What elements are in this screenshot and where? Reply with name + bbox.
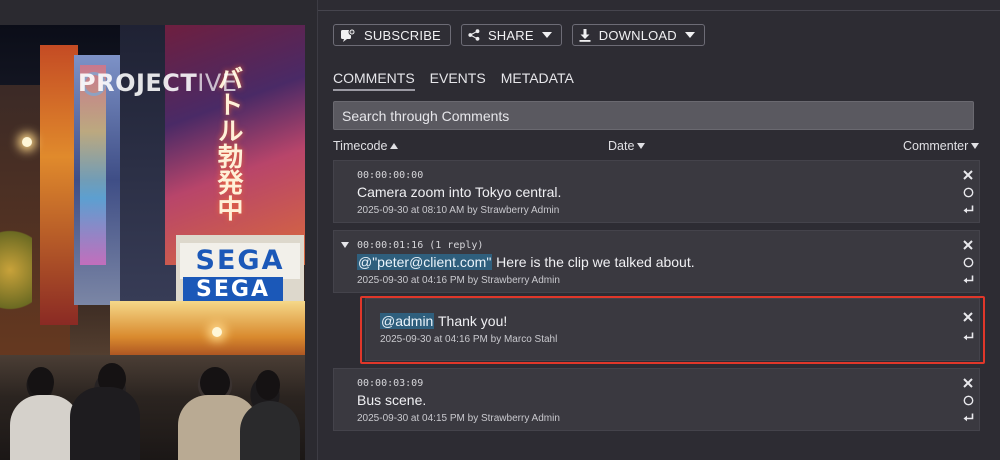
download-icon — [579, 28, 591, 42]
subscribe-label: SUBSCRIBE — [364, 27, 441, 43]
building — [40, 45, 78, 325]
comment-timecode[interactable]: 00:00:00:00 — [357, 170, 423, 181]
tab-events[interactable]: EVENTS — [430, 70, 486, 91]
storefront — [110, 301, 305, 361]
comment-card[interactable]: 00:00:03:09 Bus scene. 2025-09-30 at 04:… — [333, 368, 980, 431]
circle-icon — [963, 257, 973, 267]
comment-timecode[interactable]: 00:00:03:09 — [357, 378, 423, 389]
delete-button[interactable] — [961, 310, 975, 324]
collapse-thread-icon[interactable] — [341, 242, 349, 248]
comment-text: @"peter@client.com" Here is the clip we … — [357, 254, 695, 270]
share-icon — [468, 29, 480, 41]
reply-icon — [963, 332, 973, 341]
reply-button[interactable] — [961, 273, 975, 287]
reply-icon — [963, 205, 973, 214]
reply-card[interactable]: @admin Thank you! 2025-09-30 at 04:16 PM… — [365, 298, 980, 361]
toolbar: SUBSCRIBE SHARE DOWNLOAD — [333, 24, 705, 46]
sort-descending-icon — [637, 143, 646, 149]
comment-meta: 2025-09-30 at 04:16 PM by Strawberry Adm… — [357, 275, 560, 286]
person — [240, 401, 300, 460]
logo-text-light: IVE — [197, 69, 238, 97]
delete-button[interactable] — [961, 168, 975, 182]
comment-text: Camera zoom into Tokyo central. — [357, 184, 562, 200]
circle-icon — [963, 187, 973, 197]
sort-commenter[interactable]: Commenter — [903, 139, 980, 153]
reply-icon — [963, 413, 973, 422]
reply-text: @admin Thank you! — [380, 313, 507, 329]
logo-text-bold: PROJECT — [78, 69, 198, 97]
close-icon — [963, 378, 973, 388]
tree — [0, 220, 32, 330]
reply-button[interactable] — [961, 203, 975, 217]
mention-tag[interactable]: @"peter@client.com" — [357, 254, 493, 270]
delete-button[interactable] — [961, 376, 975, 390]
comment-meta: 2025-09-30 at 08:10 AM by Strawberry Adm… — [357, 205, 560, 216]
comment-card[interactable]: 00:00:00:00 Camera zoom into Tokyo centr… — [333, 160, 980, 223]
sega-sign-secondary: SEGA — [183, 277, 283, 303]
share-label: SHARE — [487, 27, 534, 43]
chevron-down-icon — [541, 32, 552, 38]
video-player[interactable]: バトル勃発中 SEGA SEGA PROJECTIVE — [0, 25, 305, 460]
sort-descending-icon — [971, 143, 980, 149]
reply-button[interactable] — [961, 411, 975, 425]
download-label: DOWNLOAD — [598, 27, 677, 43]
sort-date[interactable]: Date — [608, 139, 646, 153]
close-icon — [963, 240, 973, 250]
tab-metadata[interactable]: METADATA — [501, 70, 574, 91]
sega-sign: SEGA — [180, 243, 300, 279]
resolve-button[interactable] — [961, 185, 975, 199]
chevron-down-icon — [684, 32, 695, 38]
delete-button[interactable] — [961, 238, 975, 252]
divider — [318, 10, 1000, 11]
comment-meta: 2025-09-30 at 04:15 PM by Strawberry Adm… — [357, 413, 560, 424]
subscribe-button[interactable]: SUBSCRIBE — [333, 24, 451, 46]
person-head — [28, 367, 54, 397]
close-icon — [963, 170, 973, 180]
reply-button[interactable] — [961, 330, 975, 344]
share-button[interactable]: SHARE — [460, 24, 562, 46]
comment-text: Bus scene. — [357, 392, 427, 408]
comments-panel: SUBSCRIBE SHARE DOWNLOAD COMMENTS EVENTS… — [317, 0, 1000, 460]
resolve-button[interactable] — [961, 255, 975, 269]
street-lamp — [22, 137, 32, 147]
download-button[interactable]: DOWNLOAD — [571, 24, 705, 46]
resolve-button[interactable] — [961, 393, 975, 407]
reply-icon — [963, 275, 973, 284]
column-label-timecode: Timecode — [333, 139, 388, 153]
person — [70, 387, 140, 460]
column-label-commenter: Commenter — [903, 139, 969, 153]
circle-icon — [963, 395, 973, 405]
column-label-date: Date — [608, 139, 635, 153]
close-icon — [963, 312, 973, 322]
subscribe-icon — [340, 28, 356, 42]
comment-timecode[interactable]: 00:00:01:16 (1 reply) — [357, 240, 483, 251]
comment-card[interactable]: 00:00:01:16 (1 reply) @"peter@client.com… — [333, 230, 980, 293]
comment-body: Here is the clip we talked about. — [492, 254, 695, 270]
tab-comments[interactable]: COMMENTS — [333, 70, 415, 91]
sort-timecode[interactable]: Timecode — [333, 139, 399, 153]
watermark-logo: PROJECTIVE — [78, 69, 237, 97]
traffic-light — [212, 327, 222, 337]
person-head — [256, 370, 280, 400]
mention-tag[interactable]: @admin — [380, 313, 435, 329]
reply-meta: 2025-09-30 at 04:16 PM by Marco Stahl — [380, 334, 558, 345]
search-input[interactable] — [333, 101, 974, 130]
reply-body: Thank you! — [434, 313, 508, 329]
sort-ascending-icon — [390, 143, 399, 149]
tab-bar: COMMENTS EVENTS METADATA — [333, 70, 574, 91]
